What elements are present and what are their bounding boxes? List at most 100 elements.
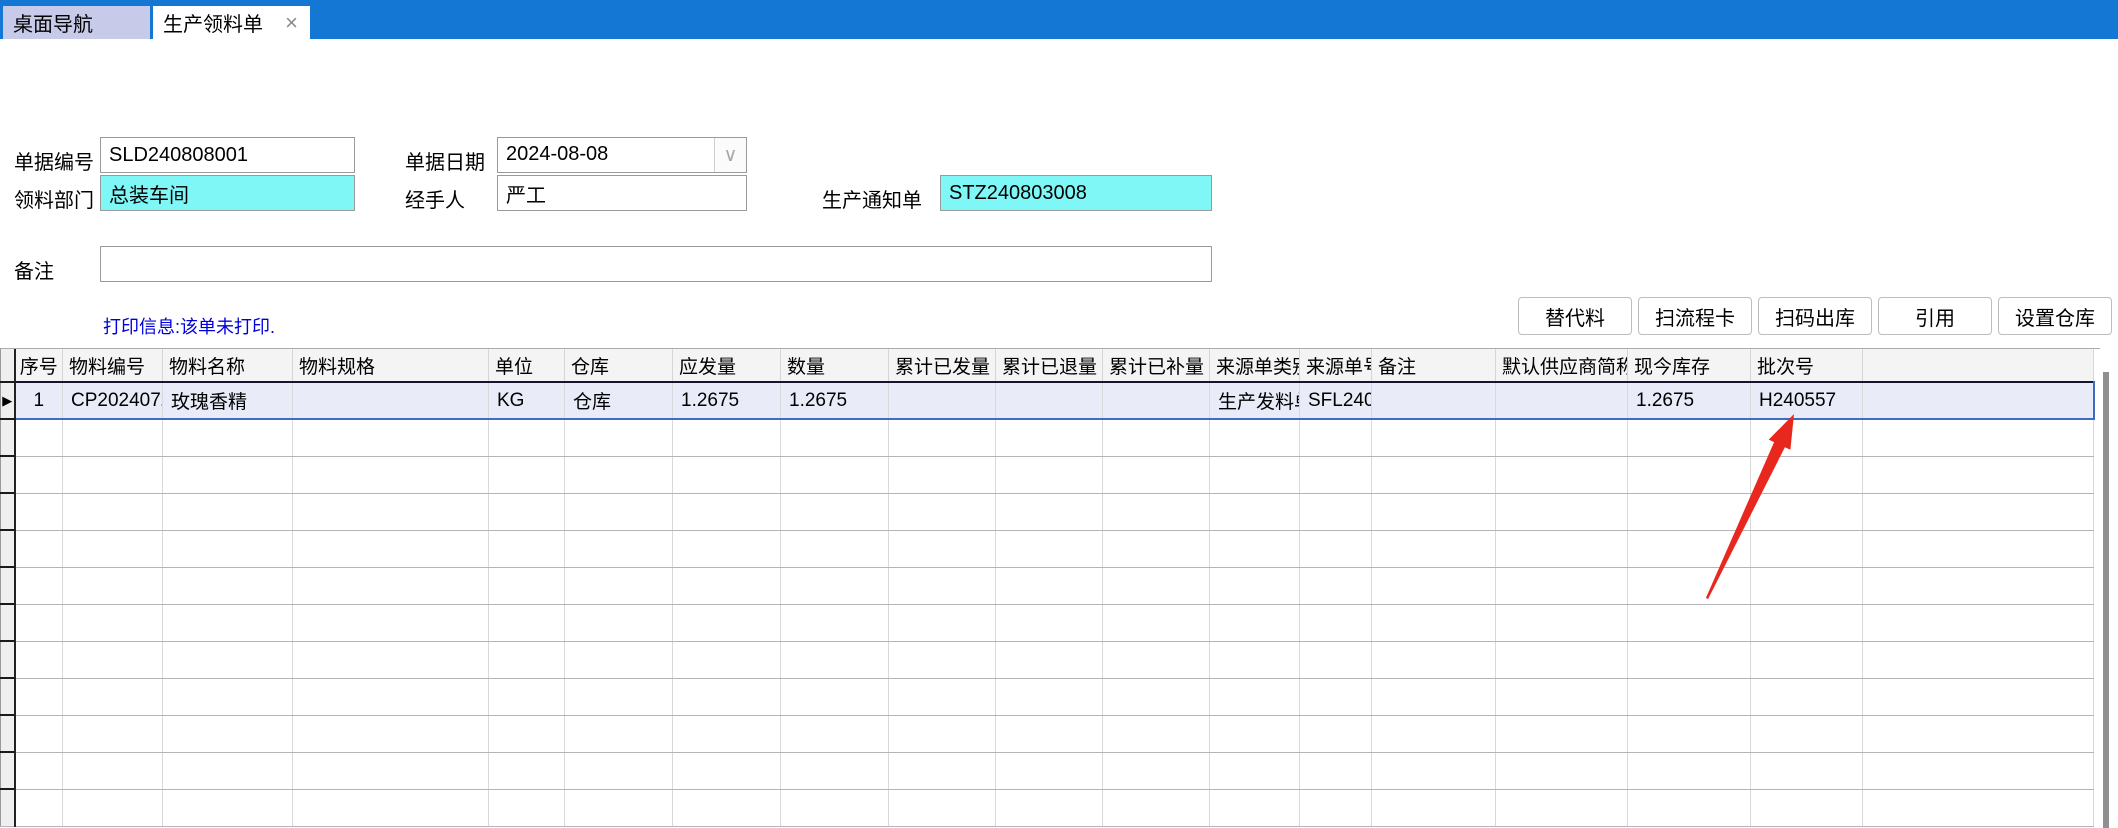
empty-cell[interactable]: [781, 752, 889, 789]
empty-cell[interactable]: [996, 715, 1103, 752]
empty-cell[interactable]: [1628, 493, 1751, 530]
empty-cell[interactable]: [293, 530, 489, 567]
empty-cell[interactable]: [781, 678, 889, 715]
empty-cell[interactable]: [565, 715, 673, 752]
cell-qty-due[interactable]: 1.2675: [673, 382, 781, 419]
empty-cell[interactable]: [889, 752, 996, 789]
empty-cell[interactable]: [293, 752, 489, 789]
table-row-empty[interactable]: [1, 604, 2094, 641]
col-header-default-supplier[interactable]: 默认供应商简称: [1496, 349, 1628, 382]
empty-cell[interactable]: [1496, 604, 1628, 641]
empty-cell[interactable]: [1751, 456, 1863, 493]
empty-cell[interactable]: [889, 678, 996, 715]
empty-cell[interactable]: [1372, 530, 1496, 567]
empty-cell[interactable]: [489, 678, 565, 715]
empty-cell[interactable]: [1103, 678, 1210, 715]
empty-cell[interactable]: [1103, 604, 1210, 641]
empty-cell[interactable]: [673, 715, 781, 752]
chevron-down-icon[interactable]: ∨: [714, 138, 746, 172]
empty-cell[interactable]: [163, 493, 293, 530]
col-header-seq[interactable]: 序号: [15, 349, 63, 382]
empty-cell[interactable]: [163, 604, 293, 641]
empty-cell[interactable]: [1210, 715, 1300, 752]
empty-cell[interactable]: [673, 604, 781, 641]
empty-cell[interactable]: [1300, 715, 1372, 752]
empty-cell[interactable]: [489, 493, 565, 530]
empty-cell[interactable]: [15, 789, 63, 826]
empty-cell[interactable]: [781, 419, 889, 456]
empty-cell[interactable]: [489, 419, 565, 456]
empty-cell[interactable]: [673, 419, 781, 456]
cell-extra[interactable]: [1863, 382, 2094, 419]
empty-cell[interactable]: [1628, 678, 1751, 715]
empty-cell[interactable]: [1103, 530, 1210, 567]
empty-cell[interactable]: [1210, 530, 1300, 567]
empty-cell[interactable]: [489, 641, 565, 678]
table-row-empty[interactable]: [1, 678, 2094, 715]
empty-cell[interactable]: [889, 419, 996, 456]
empty-cell[interactable]: [781, 604, 889, 641]
empty-cell[interactable]: [293, 641, 489, 678]
cell-remark[interactable]: [1372, 382, 1496, 419]
empty-cell[interactable]: [15, 530, 63, 567]
empty-cell[interactable]: [565, 678, 673, 715]
cell-source-type[interactable]: 生产发料单: [1210, 382, 1300, 419]
empty-cell[interactable]: [1372, 604, 1496, 641]
col-header-spec[interactable]: 物料规格: [293, 349, 489, 382]
empty-cell[interactable]: [293, 678, 489, 715]
empty-cell[interactable]: [1863, 567, 2094, 604]
empty-cell[interactable]: [889, 641, 996, 678]
empty-cell[interactable]: [1300, 419, 1372, 456]
handler-field[interactable]: [497, 175, 747, 211]
empty-cell[interactable]: [673, 567, 781, 604]
empty-cell[interactable]: [565, 456, 673, 493]
scan-code-outbound-button[interactable]: 扫码出库: [1758, 297, 1872, 335]
table-row-empty[interactable]: [1, 456, 2094, 493]
col-header-current-stock[interactable]: 现今库存: [1628, 349, 1751, 382]
cell-unit[interactable]: KG: [489, 382, 565, 419]
empty-cell[interactable]: [1372, 493, 1496, 530]
col-header-source-type[interactable]: 来源单类别: [1210, 349, 1300, 382]
col-header-cum-supplemented[interactable]: 累计已补量: [1103, 349, 1210, 382]
empty-cell[interactable]: [565, 493, 673, 530]
cell-source-no[interactable]: SFL240807(: [1300, 382, 1372, 419]
empty-cell[interactable]: [673, 752, 781, 789]
empty-cell[interactable]: [889, 567, 996, 604]
empty-cell[interactable]: [293, 604, 489, 641]
empty-cell[interactable]: [63, 641, 163, 678]
empty-cell[interactable]: [1103, 715, 1210, 752]
cell-cum-supplemented[interactable]: [1103, 382, 1210, 419]
empty-cell[interactable]: [489, 752, 565, 789]
empty-cell[interactable]: [63, 789, 163, 826]
empty-cell[interactable]: [1496, 752, 1628, 789]
empty-cell[interactable]: [1372, 678, 1496, 715]
empty-cell[interactable]: [565, 789, 673, 826]
empty-cell[interactable]: [1372, 752, 1496, 789]
empty-cell[interactable]: [163, 530, 293, 567]
empty-cell[interactable]: [1103, 456, 1210, 493]
empty-cell[interactable]: [163, 456, 293, 493]
empty-cell[interactable]: [1751, 604, 1863, 641]
empty-cell[interactable]: [1300, 678, 1372, 715]
empty-cell[interactable]: [1210, 493, 1300, 530]
empty-cell[interactable]: [1103, 567, 1210, 604]
production-notice-field[interactable]: [940, 175, 1212, 211]
col-header-source-no[interactable]: 来源单号: [1300, 349, 1372, 382]
empty-cell[interactable]: [1372, 715, 1496, 752]
empty-cell[interactable]: [1496, 567, 1628, 604]
empty-cell[interactable]: [1751, 530, 1863, 567]
empty-cell[interactable]: [565, 641, 673, 678]
empty-cell[interactable]: [293, 493, 489, 530]
empty-cell[interactable]: [63, 715, 163, 752]
empty-cell[interactable]: [1628, 456, 1751, 493]
empty-cell[interactable]: [1628, 567, 1751, 604]
empty-cell[interactable]: [1628, 419, 1751, 456]
remark-field[interactable]: [100, 246, 1212, 282]
empty-cell[interactable]: [889, 715, 996, 752]
empty-cell[interactable]: [996, 456, 1103, 493]
empty-cell[interactable]: [1751, 493, 1863, 530]
empty-cell[interactable]: [996, 493, 1103, 530]
empty-cell[interactable]: [565, 567, 673, 604]
empty-cell[interactable]: [63, 530, 163, 567]
table-row[interactable]: ▶ 1 CP2024072 玫瑰香精 KG 仓库 1.2675 1.2675 生…: [1, 382, 2094, 419]
